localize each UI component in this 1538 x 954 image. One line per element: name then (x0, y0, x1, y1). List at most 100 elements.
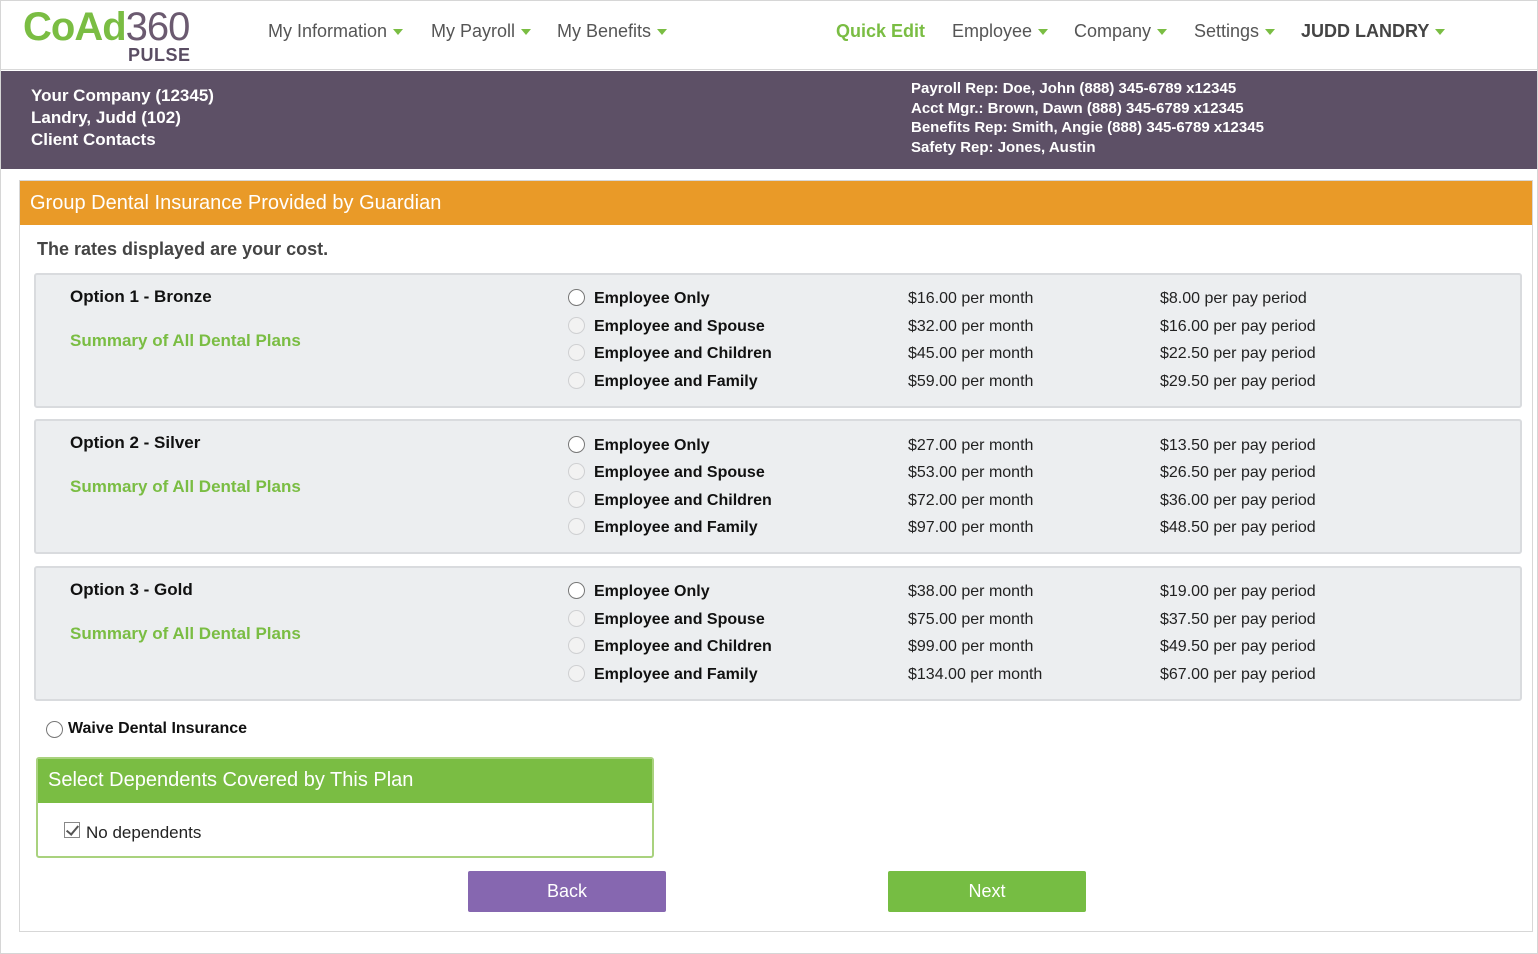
monthly-rate: $72.00 per month (908, 492, 1034, 509)
plan-option-bronze: Option 1 - Bronze Summary of All Dental … (34, 273, 1522, 408)
chevron-down-icon (521, 29, 532, 36)
coverage-radio[interactable] (568, 463, 585, 480)
pay-period-rate: $48.50 per pay period (1160, 519, 1316, 536)
safety-rep: Safety Rep: Jones, Austin (911, 138, 1096, 156)
coverage-label: Employee Only (594, 290, 710, 307)
coverage-radio[interactable] (568, 610, 585, 627)
plan-title: Group Dental Insurance Provided by Guard… (20, 181, 1532, 225)
dependents-panel: Select Dependents Covered by This Plan N… (36, 757, 654, 858)
coverage-label: Employee and Children (594, 638, 772, 655)
coverage-row[interactable]: Employee and Family $97.00 per month $48… (36, 517, 1520, 541)
monthly-rate: $97.00 per month (908, 519, 1034, 536)
rates-note: The rates displayed are your cost. (37, 239, 329, 259)
pay-period-rate: $19.00 per pay period (1160, 583, 1316, 600)
coverage-row[interactable]: Employee and Children $45.00 per month $… (36, 343, 1520, 367)
pay-period-rate: $16.00 per pay period (1160, 318, 1316, 335)
coverage-row[interactable]: Employee and Family $134.00 per month $6… (36, 664, 1520, 688)
monthly-rate: $16.00 per month (908, 290, 1034, 307)
coverage-radio[interactable] (568, 372, 585, 389)
monthly-rate: $45.00 per month (908, 345, 1034, 362)
coverage-radio[interactable] (568, 582, 585, 599)
coverage-row[interactable]: Employee and Children $99.00 per month $… (36, 636, 1520, 660)
pay-period-rate: $13.50 per pay period (1160, 437, 1316, 454)
pay-period-rate: $37.50 per pay period (1160, 611, 1316, 628)
nav-settings[interactable]: Settings (1194, 21, 1276, 42)
monthly-rate: $99.00 per month (908, 638, 1034, 655)
monthly-rate: $32.00 per month (908, 318, 1034, 335)
coverage-radio[interactable] (568, 665, 585, 682)
pay-period-rate: $26.50 per pay period (1160, 464, 1316, 481)
dental-plan-card: Group Dental Insurance Provided by Guard… (19, 180, 1533, 932)
coverage-label: Employee and Spouse (594, 611, 765, 628)
coverage-row[interactable]: Employee Only $16.00 per month $8.00 per… (36, 288, 1520, 312)
coverage-radio[interactable] (568, 637, 585, 654)
chevron-down-icon (1038, 29, 1049, 36)
logo-coad: CoAd (23, 5, 127, 49)
coverage-radio[interactable] (568, 518, 585, 535)
back-button[interactable]: Back (468, 871, 666, 912)
rep-contacts: Payroll Rep: Doe, John (888) 345-6789 x1… (911, 79, 1264, 157)
coverage-radio[interactable] (568, 317, 585, 334)
chevron-down-icon (1435, 29, 1446, 36)
acct-mgr: Acct Mgr.: Brown, Dawn (888) 345-6789 x1… (911, 99, 1244, 117)
plan-option-silver: Option 2 - Silver Summary of All Dental … (34, 419, 1522, 554)
coverage-row[interactable]: Employee Only $38.00 per month $19.00 pe… (36, 581, 1520, 605)
coverage-label: Employee Only (594, 437, 710, 454)
nav-quick-edit[interactable]: Quick Edit (836, 21, 925, 42)
coad360-pulse-logo[interactable]: CoAd360 PULSE (23, 7, 198, 67)
nav-my-benefits[interactable]: My Benefits (557, 21, 668, 42)
monthly-rate: $53.00 per month (908, 464, 1034, 481)
nav-user-menu[interactable]: JUDD LANDRY (1301, 21, 1446, 42)
coverage-row[interactable]: Employee Only $27.00 per month $13.50 pe… (36, 435, 1520, 459)
logo-360: 360 (125, 5, 191, 49)
pay-period-rate: $8.00 per pay period (1160, 290, 1307, 307)
payroll-rep: Payroll Rep: Doe, John (888) 345-6789 x1… (911, 80, 1237, 97)
nav-company[interactable]: Company (1074, 21, 1168, 42)
pay-period-rate: $29.50 per pay period (1160, 373, 1316, 390)
company-name: Your Company (12345) (31, 86, 214, 105)
coverage-label: Employee and Children (594, 492, 772, 509)
coverage-radio[interactable] (568, 491, 585, 508)
monthly-rate: $134.00 per month (908, 666, 1043, 683)
coverage-row[interactable]: Employee and Spouse $75.00 per month $37… (36, 609, 1520, 633)
company-info-band: Your Company (12345) Landry, Judd (102) … (1, 71, 1537, 169)
coverage-radio[interactable] (568, 436, 585, 453)
plan-option-gold: Option 3 - Gold Summary of All Dental Pl… (34, 566, 1522, 701)
employee-name: Landry, Judd (102) (31, 108, 181, 127)
no-dependents-checkbox[interactable] (64, 822, 80, 838)
chevron-down-icon (1157, 29, 1168, 36)
top-navigation: CoAd360 PULSE My Information My Payroll … (1, 1, 1537, 70)
coverage-radio[interactable] (568, 289, 585, 306)
client-contacts-link[interactable]: Client Contacts (31, 129, 214, 151)
coverage-radio[interactable] (568, 344, 585, 361)
pay-period-rate: $22.50 per pay period (1160, 345, 1316, 362)
coverage-label: Employee and Family (594, 373, 758, 390)
logo-pulse: PULSE (128, 45, 191, 65)
nav-my-information[interactable]: My Information (268, 21, 404, 42)
waive-radio[interactable] (46, 721, 63, 738)
benefits-rep: Benefits Rep: Smith, Angie (888) 345-678… (911, 119, 1264, 136)
chevron-down-icon (1265, 29, 1276, 36)
coverage-row[interactable]: Employee and Children $72.00 per month $… (36, 490, 1520, 514)
next-button[interactable]: Next (888, 871, 1086, 912)
chevron-down-icon (657, 29, 668, 36)
pay-period-rate: $67.00 per pay period (1160, 666, 1316, 683)
coverage-label: Employee Only (594, 583, 710, 600)
coverage-label: Employee and Spouse (594, 464, 765, 481)
coverage-label: Employee and Family (594, 666, 758, 683)
nav-employee[interactable]: Employee (952, 21, 1049, 42)
coverage-row[interactable]: Employee and Spouse $53.00 per month $26… (36, 462, 1520, 486)
coverage-label: Employee and Children (594, 345, 772, 362)
waive-label: Waive Dental Insurance (68, 720, 248, 737)
coverage-row[interactable]: Employee and Spouse $32.00 per month $16… (36, 316, 1520, 340)
monthly-rate: $59.00 per month (908, 373, 1034, 390)
coverage-row[interactable]: Employee and Family $59.00 per month $29… (36, 371, 1520, 395)
pay-period-rate: $49.50 per pay period (1160, 638, 1316, 655)
no-dependents-label: No dependents (86, 823, 202, 842)
monthly-rate: $75.00 per month (908, 611, 1034, 628)
coverage-label: Employee and Spouse (594, 318, 765, 335)
dependents-title: Select Dependents Covered by This Plan (38, 759, 652, 803)
employee-info: Your Company (12345) Landry, Judd (102) … (31, 85, 214, 151)
nav-my-payroll[interactable]: My Payroll (431, 21, 532, 42)
pay-period-rate: $36.00 per pay period (1160, 492, 1316, 509)
